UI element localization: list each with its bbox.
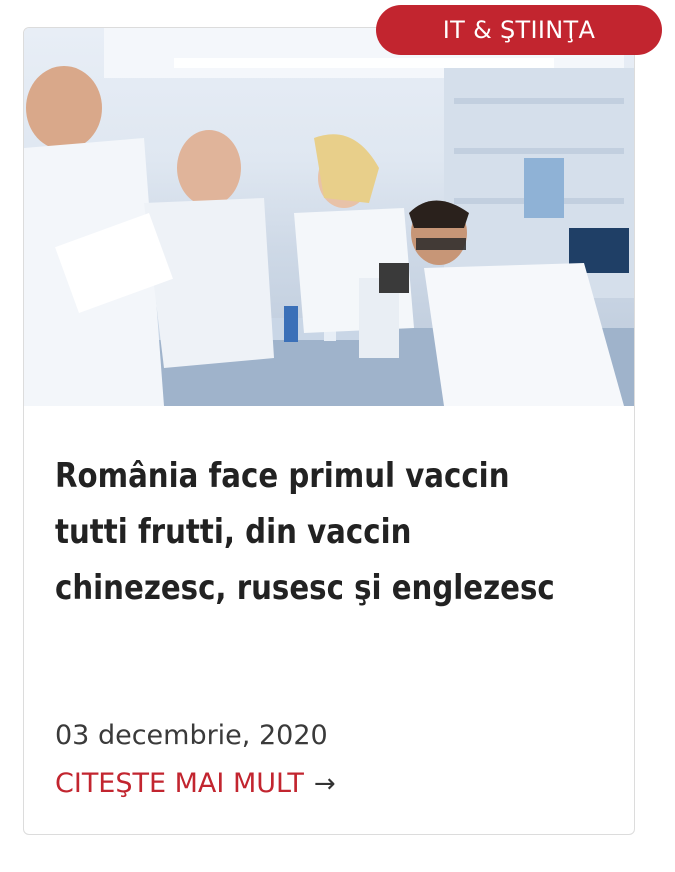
article-card[interactable]: România face primul vaccin tutti frutti,… (23, 27, 635, 835)
read-more-link[interactable]: CITEŞTE MAI MULT → (55, 765, 336, 803)
title-line[interactable]: România face primul vaccin (55, 448, 605, 504)
read-more-label: CITEŞTE MAI MULT (55, 768, 304, 799)
title-line[interactable]: tutti frutti, din vaccin (55, 504, 605, 560)
lab-scene-illustration (24, 28, 634, 406)
category-badge[interactable]: IT & ŞTIINŢA (376, 5, 662, 55)
article-title[interactable]: România face primul vaccin tutti frutti,… (55, 448, 605, 616)
article-image[interactable] (24, 28, 634, 406)
article-date: 03 decembrie, 2020 (55, 720, 328, 751)
title-line[interactable]: chinezesc, rusesc şi englezesc (55, 560, 605, 616)
arrow-right-icon: → (313, 769, 336, 799)
